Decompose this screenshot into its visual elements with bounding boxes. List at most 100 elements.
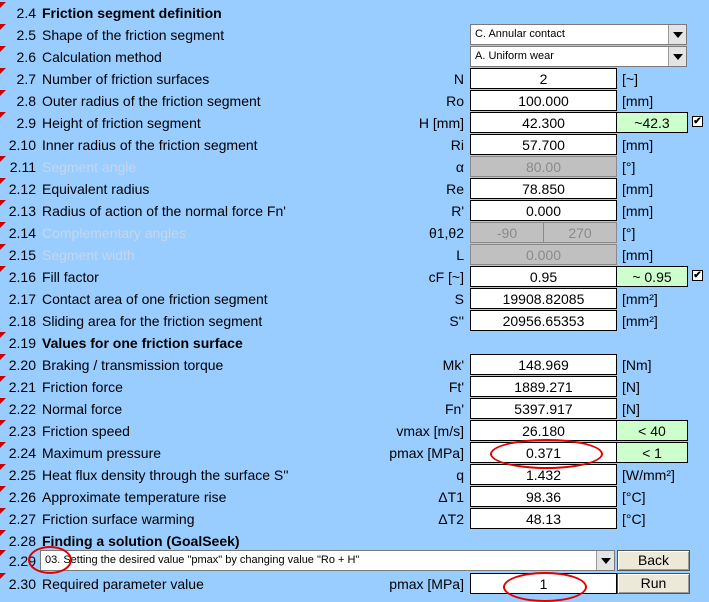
- equivalent-radius-value: 78.850: [470, 178, 617, 199]
- row-2-8: 2.8 Outer radius of the friction segment…: [0, 90, 709, 112]
- row-2-26: 2.26 Approximate temperature rise ΔT1 98…: [0, 486, 709, 508]
- required-value-input[interactable]: 1: [470, 573, 617, 594]
- row-unit: [mm²]: [622, 291, 658, 307]
- row-2-19: 2.19 Values for one friction surface: [0, 332, 709, 354]
- row-label: Number of friction surfaces: [42, 71, 210, 87]
- surface-warming-value: 48.13: [470, 508, 617, 529]
- dropdown-value: A. Uniform wear: [475, 50, 554, 62]
- row-symbol: S'': [449, 313, 464, 329]
- row-2-4: 2.4 Friction segment definition: [0, 2, 709, 24]
- row-symbol: q: [456, 467, 464, 483]
- row-label: Contact area of one friction segment: [42, 291, 268, 307]
- row-2-15: 2.15 Segment width L 0.000 [mm]: [0, 244, 709, 266]
- use-recommended-checkbox[interactable]: ✔: [692, 270, 703, 281]
- row-number: 2.12: [8, 181, 36, 197]
- maximum-pressure-value: 0.371: [470, 442, 617, 463]
- friction-surfaces-input[interactable]: 2: [470, 68, 617, 89]
- row-number: 2.28: [8, 533, 36, 549]
- row-symbol: θ1,θ2: [428, 225, 464, 241]
- row-number: 2.9: [16, 115, 36, 131]
- row-unit: [°]: [622, 159, 636, 175]
- fill-factor-input[interactable]: 0.95: [470, 266, 617, 287]
- section-heading: Friction segment definition: [42, 5, 222, 21]
- row-unit: [°C]: [622, 489, 646, 505]
- segment-height-input[interactable]: 42.300: [470, 112, 617, 133]
- row-label: Outer radius of the friction segment: [42, 93, 261, 109]
- row-symbol: cF [~]: [428, 269, 464, 285]
- use-recommended-checkbox[interactable]: ✔: [692, 116, 703, 127]
- row-number: 2.14: [8, 225, 36, 241]
- row-number: 2.24: [8, 445, 36, 461]
- row-label: Braking / transmission torque: [42, 357, 224, 373]
- row-2-27: 2.27 Friction surface warming ΔT2 48.13 …: [0, 508, 709, 530]
- angle-theta1-input: -90: [470, 222, 544, 243]
- row-symbol: vmax [m/s]: [396, 423, 464, 439]
- row-label: Complementary angles: [42, 225, 186, 241]
- row-2-5: 2.5 Shape of the friction segment C. Ann…: [0, 24, 709, 46]
- row-number: 2.4: [16, 5, 36, 21]
- dropdown-value: C. Annular contact: [475, 28, 565, 40]
- row-label: Friction speed: [42, 423, 130, 439]
- row-number: 2.21: [8, 379, 36, 395]
- row-label: Inner radius of the friction segment: [42, 137, 258, 153]
- recommended-value: ~42.3: [616, 112, 688, 133]
- row-2-13: 2.13 Radius of action of the normal forc…: [0, 200, 709, 222]
- limit-value: < 1: [616, 442, 688, 463]
- back-button[interactable]: Back: [617, 550, 690, 571]
- row-2-22: 2.22 Normal force Fn' 5397.917 [N]: [0, 398, 709, 420]
- row-label: Shape of the friction segment: [42, 27, 225, 43]
- outer-radius-input[interactable]: 100.000: [470, 90, 617, 111]
- run-button[interactable]: Run: [617, 573, 690, 594]
- row-label: Heat flux density through the surface S'…: [42, 467, 289, 483]
- contact-area-value: 19908.82085: [470, 288, 617, 309]
- row-number: 2.13: [8, 203, 36, 219]
- row-number: 2.7: [16, 71, 36, 87]
- segment-shape-dropdown[interactable]: C. Annular contact: [470, 24, 687, 45]
- section-heading: Finding a solution (GoalSeek): [42, 533, 240, 549]
- row-number: 2.22: [8, 401, 36, 417]
- row-symbol: Ro: [446, 93, 464, 109]
- row-unit: [mm]: [622, 137, 654, 153]
- normal-force-radius-input[interactable]: 0.000: [470, 200, 617, 221]
- row-2-28: 2.28 Finding a solution (GoalSeek): [0, 530, 709, 552]
- row-number: 2.10: [8, 137, 36, 153]
- dropdown-value: 03. Setting the desired value "pmax" by …: [45, 554, 360, 566]
- row-label: Height of friction segment: [42, 115, 201, 131]
- limit-value: < 40: [616, 420, 688, 441]
- row-symbol: pmax [MPa]: [389, 445, 464, 461]
- row-symbol: Mk': [442, 357, 464, 373]
- row-number: 2.11: [9, 159, 36, 175]
- row-unit: [N]: [622, 401, 640, 417]
- calculation-method-dropdown[interactable]: A. Uniform wear: [470, 46, 687, 67]
- row-unit: [°]: [622, 225, 636, 241]
- row-2-20: 2.20 Braking / transmission torque Mk' 1…: [0, 354, 709, 376]
- row-number: 2.8: [16, 93, 36, 109]
- row-2-24: 2.24 Maximum pressure pmax [MPa] 0.371 <…: [0, 442, 709, 464]
- row-symbol: Ft': [448, 379, 464, 395]
- row-symbol: S: [454, 291, 464, 307]
- chevron-down-icon[interactable]: [668, 47, 686, 66]
- row-2-11: 2.11 Segment angle α 80.00 [°]: [0, 156, 709, 178]
- inner-radius-value: 57.700: [470, 134, 617, 155]
- row-number: 2.18: [8, 313, 36, 329]
- row-unit: [mm²]: [622, 313, 658, 329]
- row-unit: [N]: [622, 379, 640, 395]
- row-2-12: 2.12 Equivalent radius Re 78.850 [mm]: [0, 178, 709, 200]
- chevron-down-icon[interactable]: [668, 25, 686, 44]
- row-symbol: H [mm]: [418, 115, 464, 131]
- row-label: Calculation method: [42, 49, 162, 65]
- row-symbol: Ri: [450, 137, 464, 153]
- row-unit: [mm]: [622, 93, 654, 109]
- row-2-9: 2.9 Height of friction segment H [mm] 42…: [0, 112, 709, 134]
- goalseek-mode-dropdown[interactable]: 03. Setting the desired value "pmax" by …: [40, 550, 615, 571]
- row-symbol: R': [451, 203, 464, 219]
- row-label: Sliding area for the friction segment: [42, 313, 263, 329]
- row-label: Approximate temperature rise: [42, 489, 227, 505]
- row-2-21: 2.21 Friction force Ft' 1889.271 [N]: [0, 376, 709, 398]
- sliding-area-value: 20956.65353: [470, 310, 617, 331]
- chevron-down-icon[interactable]: [596, 551, 614, 570]
- row-unit: [mm]: [622, 247, 654, 263]
- row-label: Friction force: [42, 379, 123, 395]
- friction-speed-value: 26.180: [470, 420, 617, 441]
- row-number: 2.19: [8, 335, 36, 351]
